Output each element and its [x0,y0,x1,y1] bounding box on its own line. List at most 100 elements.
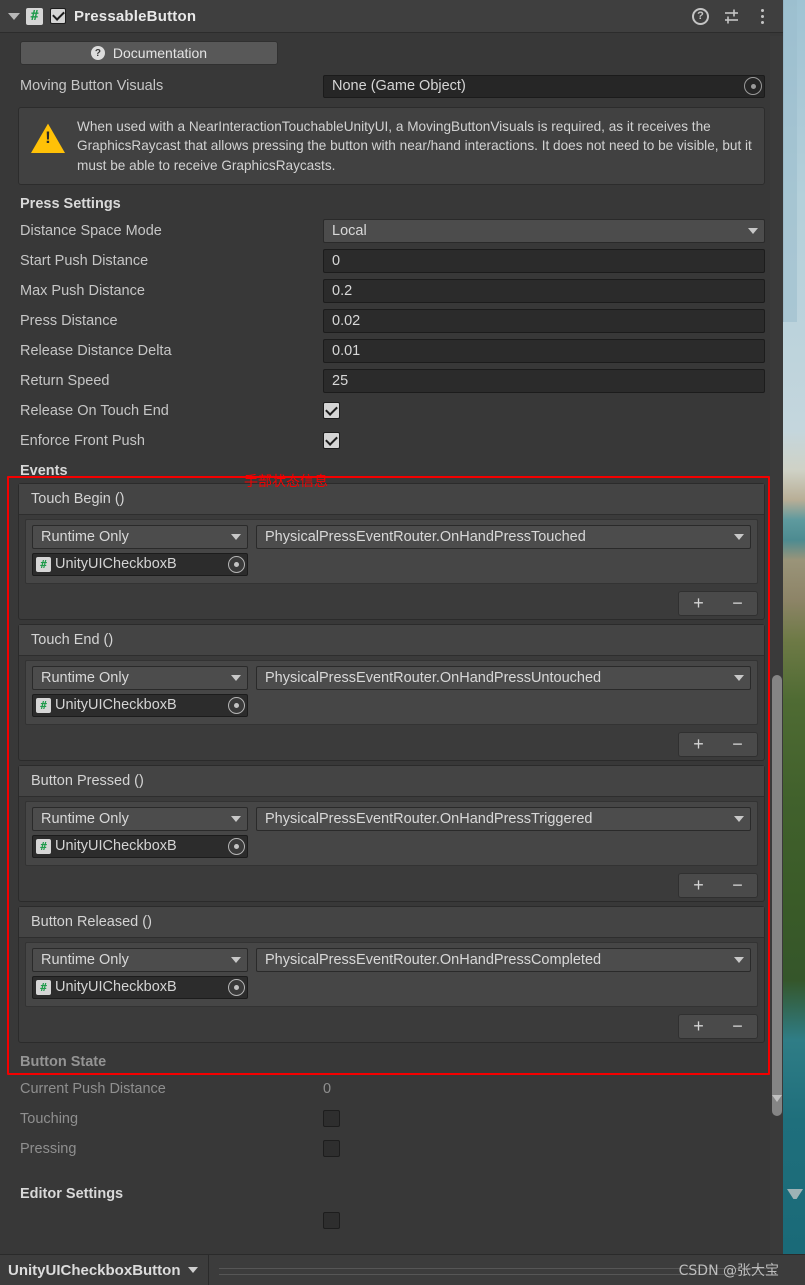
chevron-down-icon[interactable] [187,1267,198,1273]
press-setting-input[interactable]: 0.01 [323,338,765,363]
press-setting-field: 0.01 [323,338,765,363]
event-entry-top: Runtime Only PhysicalPressEventRouter.OnH… [32,524,751,549]
button-state-label: Pressing [20,1140,77,1157]
event-add-remove-row: + − [19,588,764,619]
remove-listener-button[interactable]: − [720,876,756,894]
press-setting-row: Max Push Distance 0.2 [0,276,783,306]
press-setting-input[interactable]: 0 [323,248,765,273]
watermark-label: CSDN @张大宝 [678,1263,779,1279]
event-mode-dropdown[interactable]: Runtime Only [32,947,248,972]
press-setting-field: Local [323,218,765,243]
more-menu-icon[interactable] [754,8,771,25]
editor-settings-header: Editor Settings [20,1185,124,1202]
remove-listener-button[interactable]: − [720,1017,756,1035]
event-title: Touch Begin () [19,483,764,515]
add-listener-button[interactable]: + [681,735,717,753]
editor-settings-partial-row [0,1206,783,1236]
documentation-row: ? Documentation [0,33,783,71]
header-icon-group: ? [692,7,775,25]
event-target-objectfield[interactable]: # UnityUICheckboxB [32,693,248,717]
object-picker-icon[interactable] [228,978,245,996]
event-add-remove-row: + − [19,870,764,901]
events-header: Events [20,462,68,479]
event-target-objectfield[interactable]: # UnityUICheckboxB [32,552,248,576]
event-function-dropdown[interactable]: PhysicalPressEventRouter.OnHandPressComp… [256,947,751,972]
inspector-panel: # PressableButton ? ? Documentation Movi… [0,0,783,1254]
button-state-label: Current Push Distance [20,1080,166,1097]
event-mode-dropdown[interactable]: Runtime Only [32,806,248,831]
event-function-dropdown[interactable]: PhysicalPressEventRouter.OnHandPressUnto… [256,665,751,690]
moving-button-visuals-field-wrap: None (Game Object) [323,74,765,98]
add-listener-button[interactable]: + [681,1017,717,1035]
button-state-row: Current Push Distance 0 [0,1074,783,1104]
chevron-down-icon [734,533,744,540]
help-icon[interactable]: ? [692,7,709,25]
event-add-remove-row: + − [19,1011,764,1042]
press-setting-checkbox[interactable] [323,432,340,450]
add-remove-button-group: + − [678,590,758,616]
press-setting-checkbox[interactable] [323,402,340,420]
button-state-header: Button State [20,1053,107,1070]
event-mode-value: Runtime Only [41,669,129,686]
moving-button-visuals-value: None (Game Object) [332,78,466,94]
foldout-triangle-icon[interactable] [8,12,20,20]
button-state-field: 0 [323,1081,765,1097]
press-setting-dropdown[interactable]: Local [323,218,765,243]
press-setting-input[interactable]: 25 [323,368,765,393]
event-add-remove-row: + − [19,729,764,760]
add-remove-button-group: + − [678,731,758,757]
event-entry-bottom: # UnityUICheckboxB [32,552,751,576]
unity-inspector-window: # PressableButton ? ? Documentation Movi… [0,0,805,1285]
event-target-value: UnityUICheckboxB [55,979,177,996]
event-mode-dropdown[interactable]: Runtime Only [32,524,248,549]
remove-listener-button[interactable]: − [720,594,756,612]
event-target-objectfield[interactable]: # UnityUICheckboxB [32,834,248,858]
object-picker-icon[interactable] [228,837,245,855]
chevron-down-icon [748,227,758,234]
component-title: PressableButton [74,7,197,25]
press-setting-row: Enforce Front Push [0,426,783,456]
scroll-down-arrow-icon[interactable] [772,1095,782,1102]
component-enabled-checkbox[interactable] [50,8,66,24]
press-setting-input[interactable]: 0.02 [323,308,765,333]
press-settings-rows: Distance Space Mode Local Start Push Dista… [0,216,783,456]
object-picker-icon[interactable] [228,555,245,573]
vertical-scrollbar[interactable] [770,36,783,1254]
documentation-label: Documentation [112,45,208,61]
remove-listener-button[interactable]: − [720,735,756,753]
button-state-checkbox[interactable] [323,1110,340,1128]
annotation-label: 手部状态信息 [244,474,328,490]
press-setting-label: Return Speed [20,372,110,389]
scrollbar-thumb[interactable] [772,675,782,1116]
preset-icon[interactable] [723,8,740,25]
button-state-field [323,1110,765,1128]
chevron-down-icon [231,815,241,822]
script-icon: # [36,556,51,572]
event-mode-dropdown[interactable]: Runtime Only [32,665,248,690]
button-state-row: Pressing [0,1134,783,1164]
footer-breadcrumb[interactable]: UnityUICheckboxButton [0,1255,209,1285]
moving-button-visuals-objectfield[interactable]: None (Game Object) [323,74,765,98]
object-picker-icon[interactable] [228,696,245,714]
press-setting-label: Max Push Distance [20,282,145,299]
add-listener-button[interactable]: + [681,594,717,612]
event-function-dropdown[interactable]: PhysicalPressEventRouter.OnHandPressTouc… [256,524,751,549]
press-settings-header: Press Settings [20,195,121,212]
press-setting-input[interactable]: 0.2 [323,278,765,303]
event-target-objectfield[interactable]: # UnityUICheckboxB [32,975,248,999]
editor-settings-partial-field [323,1212,765,1230]
event-function-value: PhysicalPressEventRouter.OnHandPressTrig… [265,810,593,827]
script-icon: # [36,697,51,713]
editor-settings-checkbox[interactable] [323,1212,340,1230]
button-state-label: Touching [20,1110,79,1127]
add-listener-button[interactable]: + [681,876,717,894]
event-entry-top: Runtime Only PhysicalPressEventRouter.OnH… [32,947,751,972]
button-state-field [323,1140,765,1158]
documentation-button[interactable]: ? Documentation [20,41,278,65]
event-function-dropdown[interactable]: PhysicalPressEventRouter.OnHandPressTrig… [256,806,751,831]
event-entry: Runtime Only PhysicalPressEventRouter.OnH… [25,800,758,866]
component-header[interactable]: # PressableButton ? [0,0,783,33]
button-state-checkbox[interactable] [323,1140,340,1158]
object-picker-icon[interactable] [744,77,762,95]
event-function-value: PhysicalPressEventRouter.OnHandPressComp… [265,951,602,968]
